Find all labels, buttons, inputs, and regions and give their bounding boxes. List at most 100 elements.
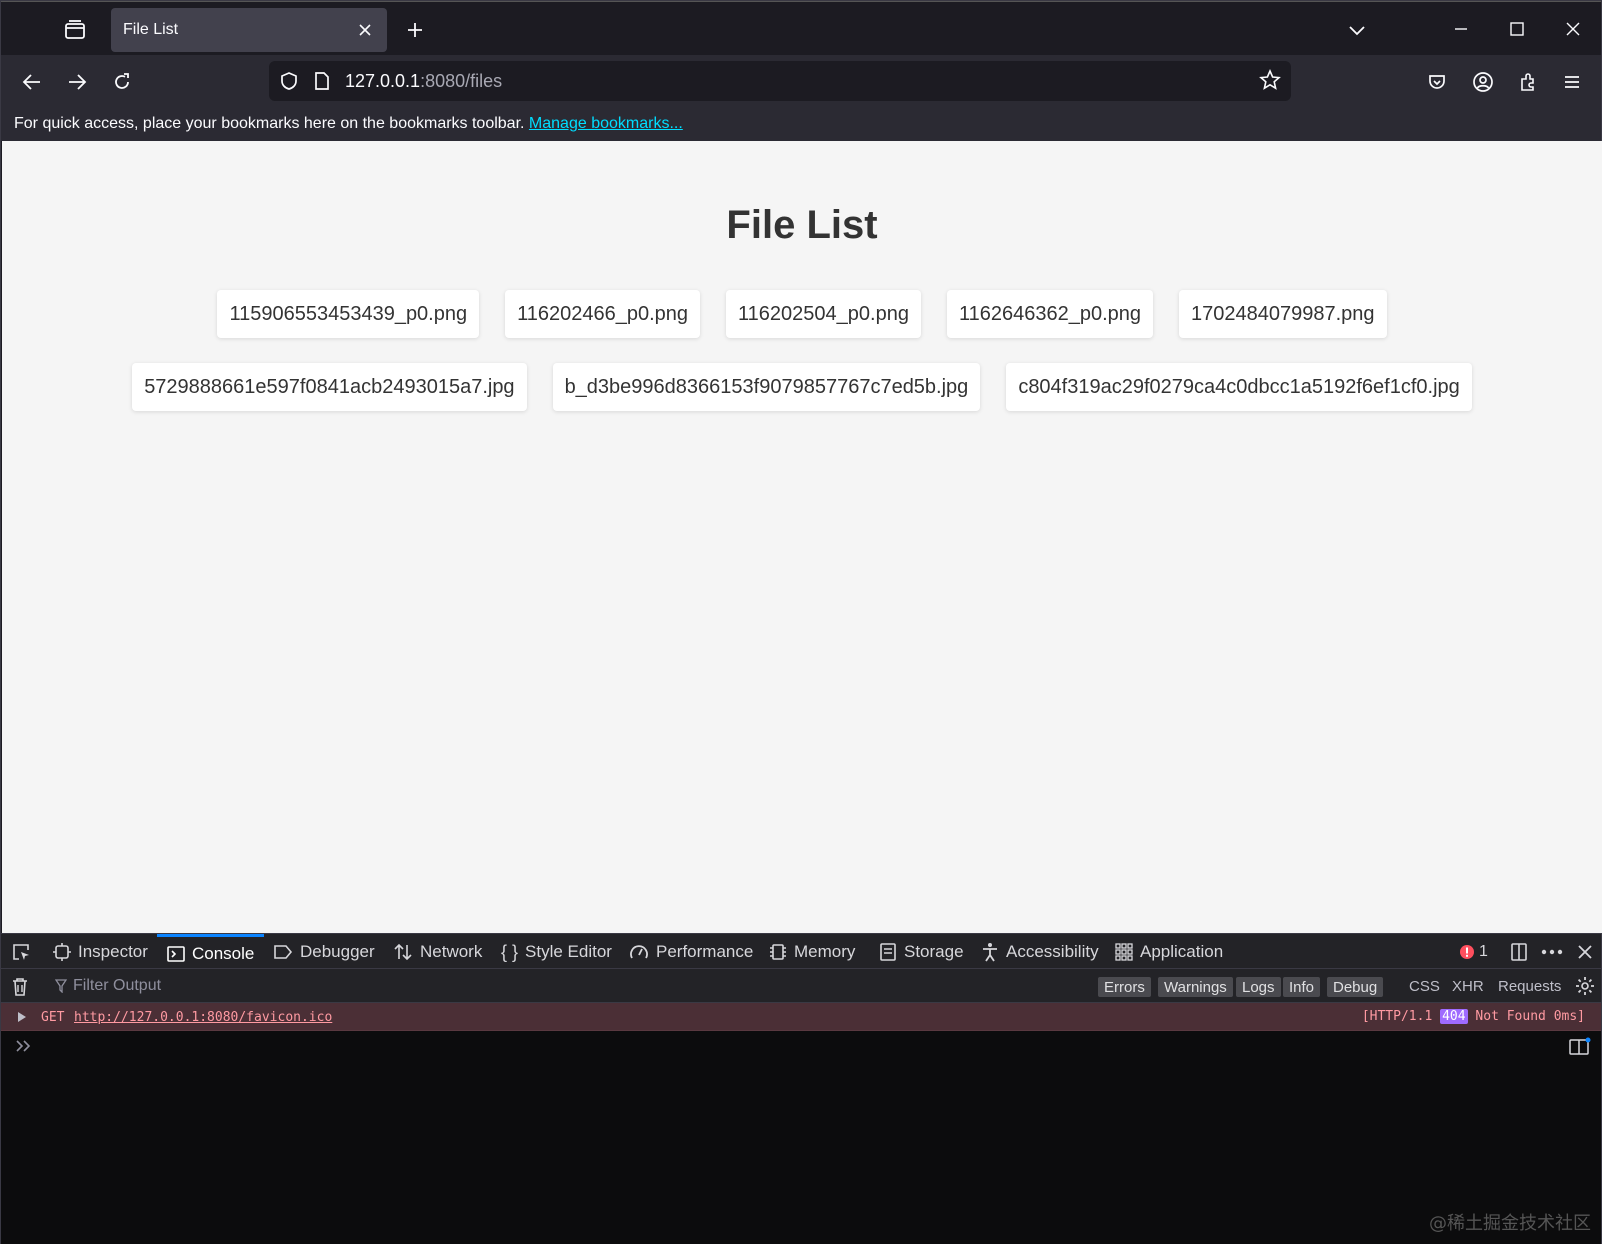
memory-icon bbox=[770, 944, 786, 960]
accessibility-icon bbox=[983, 943, 997, 962]
filter-xhr-button[interactable]: XHR bbox=[1452, 969, 1484, 1003]
pocket-icon[interactable] bbox=[1422, 67, 1452, 97]
level-logs-button[interactable]: Logs bbox=[1236, 977, 1281, 997]
file-item[interactable]: b_d3be996d8366153f9079857767c7ed5b.jpg bbox=[552, 363, 981, 411]
prompt-chevron-icon bbox=[16, 1040, 31, 1052]
extensions-icon[interactable] bbox=[1513, 67, 1543, 97]
tab-performance[interactable]: Performance bbox=[629, 934, 753, 970]
bookmarks-toolbar: For quick access, place your bookmarks h… bbox=[1, 107, 1601, 141]
filter-requests-button[interactable]: Requests bbox=[1498, 969, 1561, 1003]
request-url-link[interactable]: http://127.0.0.1:8080/favicon.ico bbox=[74, 1010, 332, 1025]
back-icon[interactable] bbox=[17, 67, 47, 97]
tab-label: Accessibility bbox=[1006, 942, 1099, 961]
performance-icon bbox=[630, 945, 648, 959]
filter-output-input[interactable]: Filter Output bbox=[55, 969, 161, 1003]
inspector-icon bbox=[53, 943, 71, 961]
url-text[interactable]: 127.0.0.1:8080/files bbox=[345, 71, 502, 92]
filter-css-button[interactable]: CSS bbox=[1409, 969, 1440, 1003]
menu-icon[interactable] bbox=[1557, 67, 1587, 97]
dock-side-icon[interactable] bbox=[1509, 934, 1529, 970]
file-item[interactable]: 116202504_p0.png bbox=[726, 290, 921, 338]
pick-element-icon[interactable] bbox=[11, 934, 31, 970]
clear-console-icon[interactable] bbox=[11, 969, 29, 1005]
tab-strip: File List bbox=[1, 1, 1601, 55]
tab-label: Inspector bbox=[78, 942, 148, 961]
bookmark-star-icon[interactable] bbox=[1259, 69, 1281, 91]
maximize-icon[interactable] bbox=[1501, 14, 1533, 44]
page-title: File List bbox=[726, 203, 878, 247]
file-item[interactable]: 5729888661e597f0841acb2493015a7.jpg bbox=[132, 363, 527, 411]
application-grid-icon bbox=[1115, 943, 1133, 961]
close-window-icon[interactable] bbox=[1557, 14, 1589, 44]
devtools-toolbar: Inspector Console Debugger Network { } S… bbox=[1, 933, 1601, 969]
devtools-panel: Inspector Console Debugger Network { } S… bbox=[1, 933, 1601, 1244]
tab-label: Debugger bbox=[300, 942, 375, 961]
tracking-protection-icon[interactable] bbox=[279, 71, 299, 91]
request-method: GET bbox=[41, 1010, 65, 1025]
debugger-icon bbox=[274, 945, 293, 959]
forward-icon[interactable] bbox=[62, 67, 92, 97]
file-item[interactable]: 115906553453439_p0.png bbox=[217, 290, 480, 338]
error-count-badge[interactable]: 1 bbox=[1459, 934, 1488, 970]
watermark: @稀土掘金技术社区 bbox=[1429, 1213, 1591, 1234]
file-item[interactable]: 1162646362_p0.png bbox=[946, 290, 1153, 338]
tab-label: Memory bbox=[794, 942, 856, 961]
level-info-button[interactable]: Info bbox=[1283, 977, 1321, 997]
tab-inspector[interactable]: Inspector bbox=[53, 934, 148, 970]
file-item[interactable]: c804f319ac29f0279ca4c0dbcc1a5192f6ef1cf0… bbox=[1006, 363, 1472, 411]
tab-title: File List bbox=[123, 21, 179, 38]
filter-placeholder: Filter Output bbox=[73, 977, 162, 994]
tab-console[interactable]: Console bbox=[157, 934, 265, 970]
console-input-prompt[interactable] bbox=[15, 1039, 33, 1053]
editor-mode-icon[interactable] bbox=[1569, 1037, 1591, 1055]
console-icon bbox=[167, 945, 185, 962]
list-all-tabs-icon[interactable] bbox=[1343, 16, 1371, 44]
tab-active[interactable]: File List bbox=[111, 8, 387, 52]
tab-application[interactable]: Application bbox=[1115, 934, 1223, 970]
tab-storage[interactable]: Storage bbox=[879, 934, 964, 970]
url-path: :8080/files bbox=[420, 71, 503, 91]
tab-debugger[interactable]: Debugger bbox=[273, 934, 375, 970]
tab-accessibility[interactable]: Accessibility bbox=[981, 934, 1099, 970]
tab-label: Performance bbox=[656, 942, 754, 961]
console-settings-icon[interactable] bbox=[1575, 969, 1595, 1003]
console-filter-bar: Filter Output Errors Warnings Logs Info … bbox=[1, 969, 1601, 1003]
minimize-icon[interactable] bbox=[1445, 14, 1477, 44]
more-options-icon[interactable] bbox=[1541, 934, 1563, 970]
url-bar[interactable]: 127.0.0.1:8080/files bbox=[269, 61, 1291, 101]
bookmarks-hint: For quick access, place your bookmarks h… bbox=[14, 115, 525, 132]
level-debug-button[interactable]: Debug bbox=[1327, 977, 1384, 997]
new-tab-icon[interactable] bbox=[401, 16, 429, 44]
close-tab-icon[interactable] bbox=[355, 20, 375, 40]
file-list-row-1: 115906553453439_p0.png 116202466_p0.png … bbox=[2, 290, 1602, 338]
network-icon bbox=[394, 943, 412, 961]
tab-label: Storage bbox=[904, 942, 964, 961]
navigation-bar: 127.0.0.1:8080/files bbox=[1, 55, 1601, 107]
level-warnings-button[interactable]: Warnings bbox=[1158, 977, 1233, 997]
reload-icon[interactable] bbox=[107, 67, 137, 97]
browser-window: File List 127.0.0.1:8080/files For quick… bbox=[0, 0, 1602, 1244]
url-host: 127.0.0.1 bbox=[345, 71, 421, 91]
file-item[interactable]: 1702484079987.png bbox=[1179, 290, 1387, 338]
status-prefix: [HTTP/1.1 bbox=[1361, 1009, 1433, 1024]
tab-network[interactable]: Network bbox=[393, 934, 482, 970]
console-message-error[interactable]: GET http://127.0.0.1:8080/favicon.ico [H… bbox=[1, 1003, 1601, 1031]
tab-label: Application bbox=[1140, 942, 1224, 961]
tab-memory[interactable]: Memory bbox=[769, 934, 855, 970]
level-errors-button[interactable]: Errors bbox=[1098, 977, 1151, 997]
status-suffix: Not Found 0ms] bbox=[1475, 1009, 1585, 1024]
manage-bookmarks-link[interactable]: Manage bookmarks... bbox=[529, 115, 683, 132]
page-info-icon[interactable] bbox=[313, 71, 331, 91]
firefox-view-icon[interactable] bbox=[61, 16, 89, 44]
status-code: 404 bbox=[1440, 1009, 1468, 1024]
error-count: 1 bbox=[1479, 943, 1488, 960]
account-icon[interactable] bbox=[1468, 67, 1498, 97]
error-icon bbox=[1460, 945, 1474, 959]
request-status[interactable]: [HTTP/1.1 404 Not Found 0ms] bbox=[1362, 1009, 1585, 1024]
tab-label: Network bbox=[420, 942, 483, 961]
storage-icon bbox=[880, 943, 896, 961]
tab-style-editor[interactable]: { } Style Editor bbox=[501, 934, 612, 970]
file-item[interactable]: 116202466_p0.png bbox=[505, 290, 701, 338]
close-devtools-icon[interactable] bbox=[1577, 934, 1593, 970]
expand-arrow-icon[interactable] bbox=[17, 1011, 27, 1023]
